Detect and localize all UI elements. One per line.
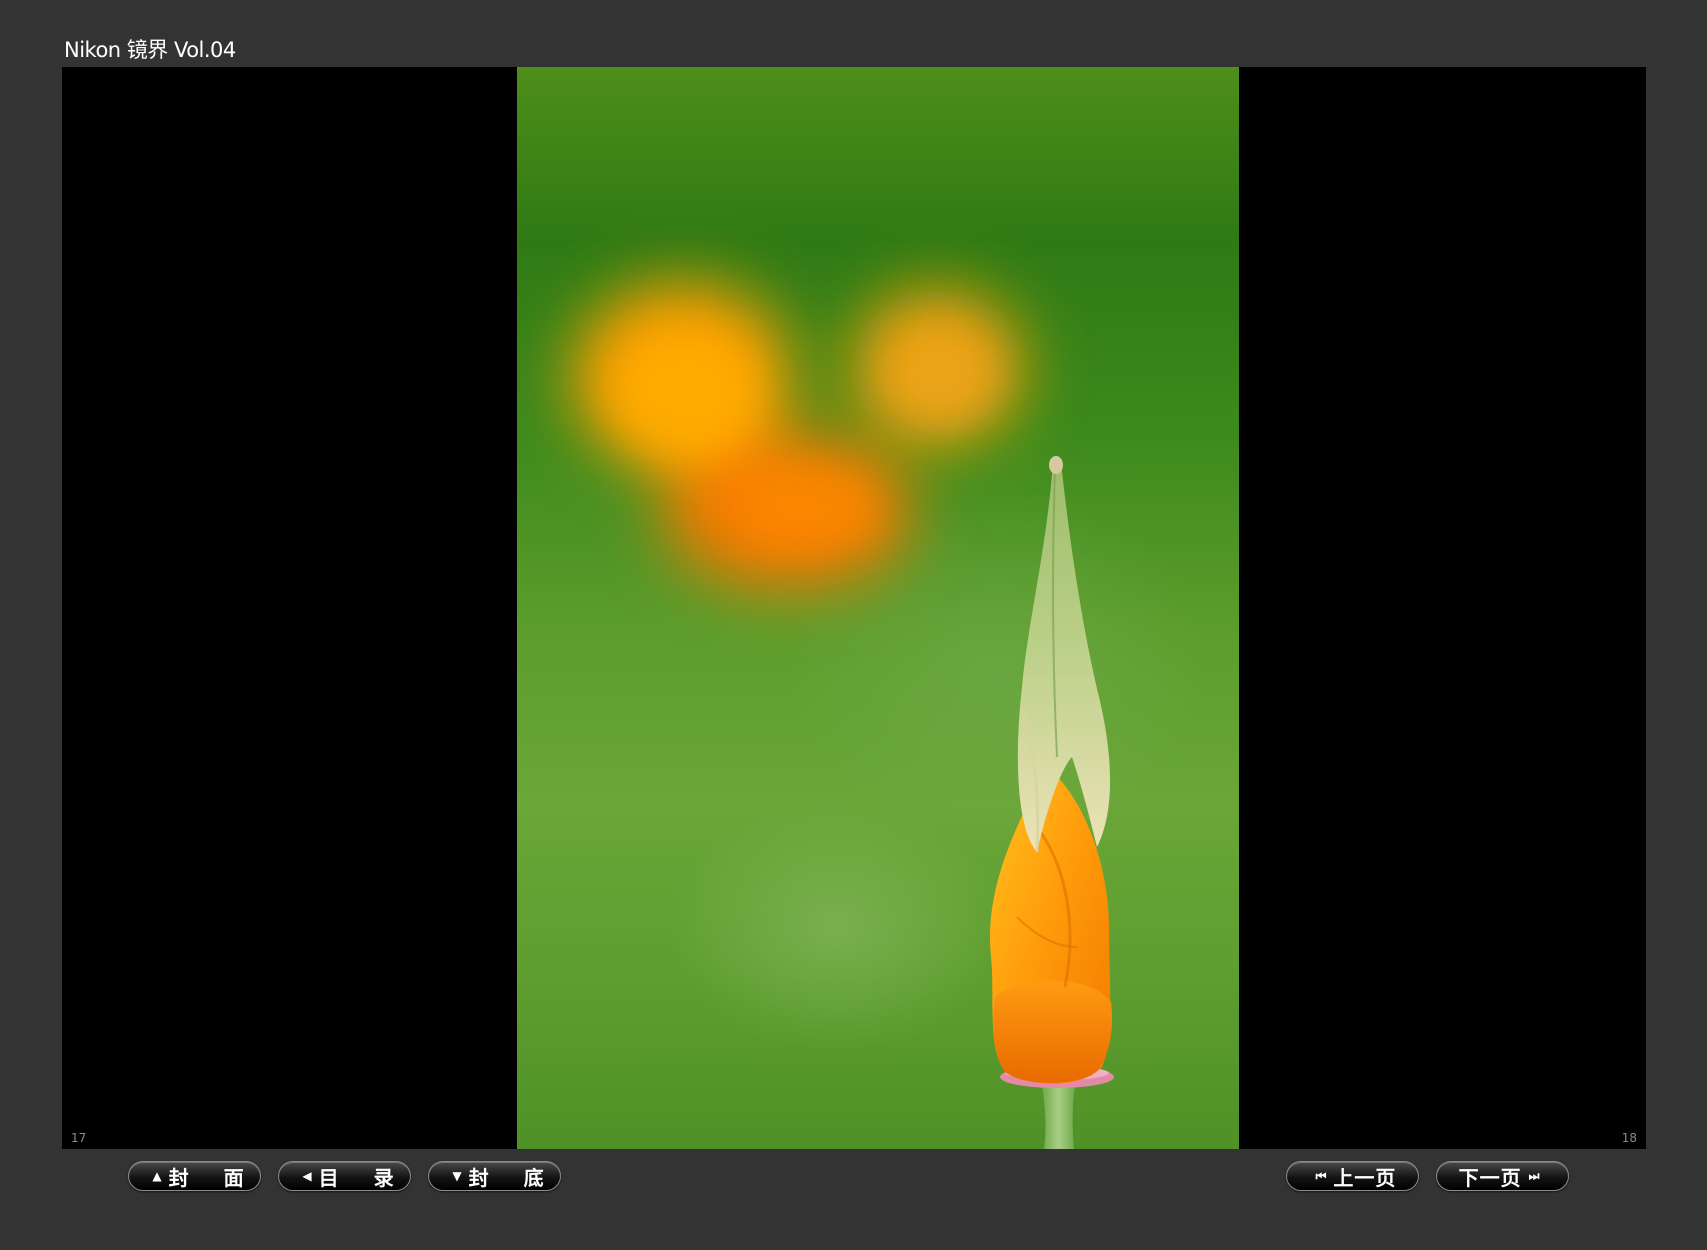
back-cover-button[interactable]: ▼ 封 底: [428, 1161, 561, 1191]
app-title: Nikon 镜界 Vol.04: [64, 38, 236, 62]
skip-back-icon: ⏮: [1315, 1168, 1327, 1183]
cover-button[interactable]: ▲ 封 面: [128, 1161, 261, 1191]
cover-button-label: 封 面: [168, 1165, 258, 1190]
page-spread-viewer[interactable]: 17 18: [62, 67, 1646, 1149]
magazine-reader: Nikon 镜界 Vol.04 17 18 ▲ 封 面 ◀ 目 录 ▼ 封 底 …: [0, 0, 1707, 1250]
next-page-button-label: 下一页: [1458, 1165, 1522, 1190]
skip-forward-icon: ⏭: [1528, 1168, 1540, 1183]
next-page-button[interactable]: 下一页 ⏭: [1436, 1161, 1569, 1191]
back-cover-button-label: 封 底: [468, 1165, 558, 1190]
left-page-number: 17: [71, 1131, 87, 1145]
flower-bud-photo: [517, 67, 1239, 1149]
triangle-up-icon: ▲: [152, 1169, 162, 1183]
contents-button-label: 目 录: [318, 1165, 408, 1190]
right-page-number: 18: [1621, 1131, 1637, 1145]
prev-page-button[interactable]: ⏮ 上一页: [1286, 1161, 1419, 1191]
toolbar-left: ▲ 封 面 ◀ 目 录 ▼ 封 底: [128, 1161, 561, 1191]
prev-page-button-label: 上一页: [1333, 1165, 1397, 1190]
contents-button[interactable]: ◀ 目 录: [278, 1161, 411, 1191]
triangle-down-icon: ▼: [452, 1169, 462, 1183]
flower-bud-illustration: [572, 282, 1114, 1149]
triangle-left-icon: ◀: [302, 1169, 312, 1183]
toolbar-right: ⏮ 上一页 下一页 ⏭: [1286, 1161, 1569, 1191]
